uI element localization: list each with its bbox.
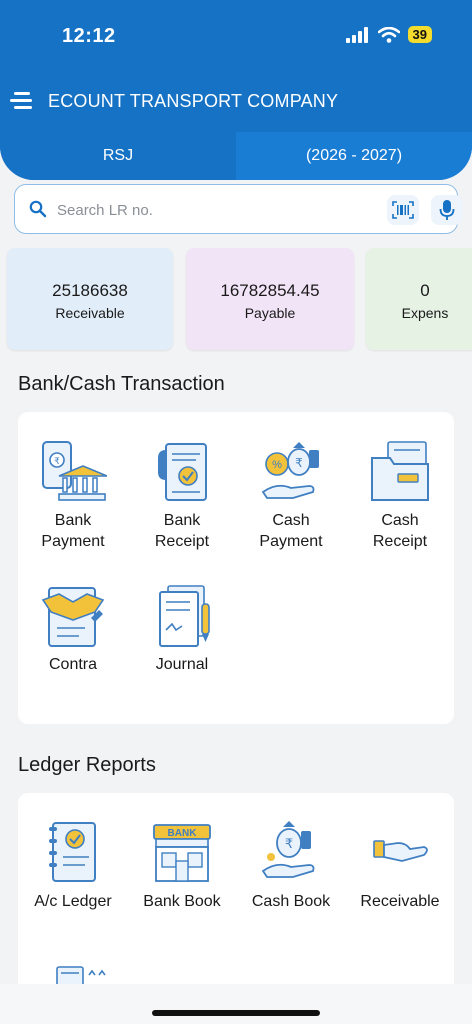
ledger-reports-panel: A/c Ledger BANK Bank Book ₹ Cash Book Re… (18, 793, 454, 993)
cash-payment-label: Cash Payment (259, 512, 323, 550)
bank-payment-item[interactable]: ₹ Bank Payment (18, 440, 128, 552)
battery-badge: 39 (407, 26, 432, 43)
tab-branch[interactable]: RSJ (0, 132, 236, 180)
journal-label: Journal (155, 656, 209, 673)
ac-ledger-label: A/c Ledger (34, 893, 112, 910)
svg-text:%: % (272, 459, 282, 471)
contra-item[interactable]: Contra (18, 584, 128, 675)
cash-receipt-icon (371, 441, 429, 501)
ac-ledger-icon (49, 822, 96, 882)
bank-receipt-icon (158, 443, 207, 501)
barcode-scan-button[interactable] (387, 195, 419, 225)
bank-book-label: Bank Book (143, 893, 221, 910)
expense-label: Expens (401, 305, 449, 321)
summary-cards: 25186638 Receivable 16782854.45 Payable … (0, 248, 472, 350)
contra-icon (41, 587, 105, 647)
header: 12:12 39 ECOUNT TRANSPORT COMPANY RSJ (2… (0, 0, 472, 180)
status-icons: 39 (345, 26, 432, 43)
receivable-icon (373, 840, 428, 862)
menu-icon[interactable] (10, 89, 36, 113)
journal-icon (159, 585, 210, 647)
journal-item[interactable]: Journal (127, 584, 237, 675)
wifi-icon (377, 26, 400, 43)
ac-ledger-item[interactable]: A/c Ledger (18, 821, 128, 912)
bank-payment-label: Bank Payment (41, 512, 105, 550)
bank-book-icon: BANK (153, 824, 211, 882)
company-title: ECOUNT TRANSPORT COMPANY (48, 91, 339, 111)
status-time: 12:12 (62, 25, 116, 47)
svg-text:₹: ₹ (295, 456, 303, 470)
bank-sign-text: BANK (168, 828, 198, 839)
cash-book-icon: ₹ (261, 821, 315, 878)
cash-receipt-item[interactable]: Cash Receipt (345, 440, 455, 552)
search-input[interactable] (57, 197, 357, 223)
bank-book-item[interactable]: BANK Bank Book (127, 821, 237, 912)
svg-text:₹: ₹ (54, 456, 60, 466)
receivable-item[interactable]: Receivable (345, 821, 455, 912)
signal-icon (345, 26, 368, 43)
search-icon (29, 200, 47, 218)
payable-card[interactable]: 16782854.45 Payable (186, 248, 354, 350)
bank-receipt-label: Bank Receipt (154, 512, 210, 550)
payable-label: Payable (244, 305, 296, 321)
payable-value: 16782854.45 (220, 281, 320, 300)
home-indicator[interactable] (152, 1010, 320, 1016)
receivable-card[interactable]: 25186638 Receivable (7, 248, 173, 350)
bank-cash-panel: ₹ Bank Payment Bank Receipt % ₹ Cash Pay… (18, 412, 454, 724)
expense-value: 0 (420, 281, 430, 300)
cash-payment-item[interactable]: % ₹ Cash Payment (236, 440, 346, 552)
bank-payment-icon: ₹ (42, 441, 107, 501)
cash-book-item[interactable]: ₹ Cash Book (236, 821, 346, 912)
cash-receipt-label: Cash Receipt (372, 512, 428, 550)
search-bar (14, 184, 463, 234)
voice-search-button[interactable] (431, 195, 463, 225)
receivable-value: 25186638 (52, 281, 128, 300)
svg-text:₹: ₹ (285, 836, 293, 851)
microphone-icon (439, 200, 455, 220)
cash-payment-icon: % ₹ (261, 442, 319, 499)
ledger-reports-section-title: Ledger Reports (18, 754, 156, 776)
cash-book-label: Cash Book (251, 893, 331, 910)
bank-cash-section-title: Bank/Cash Transaction (18, 373, 225, 395)
tab-bar: RSJ (2026 - 2027) (0, 132, 472, 180)
receivable-label: Receivable (55, 305, 125, 321)
bank-receipt-item[interactable]: Bank Receipt (127, 440, 237, 552)
contra-label: Contra (48, 656, 98, 673)
app-bar: ECOUNT TRANSPORT COMPANY (0, 82, 472, 122)
barcode-icon (392, 201, 414, 219)
status-bar: 12:12 39 (0, 0, 472, 70)
bottom-bar (0, 984, 472, 1024)
receivable-label-text: Receivable (360, 893, 440, 910)
expense-card[interactable]: 0 Expens (366, 248, 472, 350)
tab-financial-year[interactable]: (2026 - 2027) (236, 132, 472, 180)
